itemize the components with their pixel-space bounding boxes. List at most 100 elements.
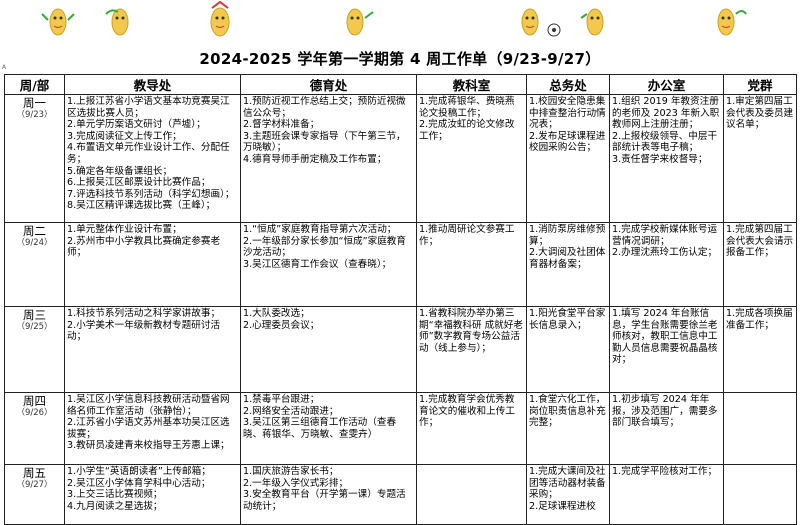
task-line: 1.完成第四届工会代表大会请示报备工作；: [726, 224, 794, 259]
cell-office: 1.填写 2024 年台账信息，学生台账需要徐兰老师核对，教职工信息中工勤人员信…: [609, 306, 724, 393]
cell-teaching: 1.吴江区小学信息科技教研活动暨省网络名师工作室活动（张静怡）； 2.江苏省小学语…: [64, 392, 241, 465]
task-line: 1.省教科院办举办第三期“幸福教科研 成就好老师”数字教育专场公益活动（线上参与…: [419, 308, 523, 354]
task-line: 2.一年级入学仪式彩排；: [243, 477, 349, 489]
cell-general: 1.食堂六化工作，岗位职责信息补充完整；: [526, 392, 610, 465]
task-line: 3.吴江区德育工作会议（查春晓）；: [243, 258, 392, 270]
cell-research: 1.省教科院办举办第三期“幸福教科研 成就好老师”数字教育专场公益活动（线上参与…: [416, 306, 527, 393]
cell-teaching: 1.科技节系列活动之科学家讲故事； 2.小学美术一年级新教材专题研讨活动；: [64, 306, 241, 393]
task-line: 1.“恒成”家庭教育指导第六次活动；: [243, 224, 397, 235]
col-header-teaching: 教导处: [64, 74, 241, 95]
day-cell: 周四 （9/26）: [4, 392, 65, 465]
table-row: 周三 （9/25） 1.科技节系列活动之科学家讲故事； 2.小学美术一年级新教材专题研…: [4, 306, 797, 393]
task-line: 2.发布足球课程进校园采购公告；: [529, 130, 606, 154]
cell-party: [723, 392, 797, 465]
task-line: 2.足球课程进校: [529, 500, 596, 512]
cell-teaching: 1.单元整体作业设计布置； 2.苏州市中小学教具比赛确定参赛老师；: [64, 222, 241, 307]
cartoon-mascot-icon: [105, 8, 129, 36]
table-header-row: 周/部 教导处 德育处 教科室 总务处 办公室 党群: [4, 74, 797, 95]
task-line: 1.预防近视工作总结上交；预防近视微信公众号；: [243, 96, 406, 119]
task-line: 1.禁毒平台跟进；: [243, 394, 320, 405]
cell-party: 1.完成各项换届准备工作；: [723, 306, 797, 393]
day-cell: 周一 （9/23）: [4, 94, 65, 223]
task-line: 1.阳光食堂平台家长信息录入；: [529, 308, 606, 331]
col-header-day: 周/部: [4, 74, 65, 95]
task-line: 2.完成汝虹的论文修改工作；: [419, 119, 515, 142]
cartoon-mascot-icon: [580, 8, 604, 36]
task-line: 2.办理沈燕玲工伤认定；: [612, 247, 718, 259]
task-line: 7.评选科技节系列活动（科学幻想画）；: [67, 188, 235, 200]
page-title: 2024-2025 学年第一学期第 4 周工作单（9/23-9/27）: [199, 50, 601, 68]
task-line: 1.国庆旅游告家长书；: [243, 466, 339, 477]
cell-research: 1.完成蒋银华、费晓燕论文投稿工作； 2.完成汝虹的论文修改工作；: [416, 94, 527, 223]
cell-moral: 1.预防近视工作总结上交；预防近视微信公众号； 2.督学材料准备； 3.主题班会课专…: [240, 94, 417, 223]
task-line: 8.吴江区精评课选拔比赛（王峰）；: [67, 200, 216, 212]
task-line: 1.食堂六化工作，岗位职责信息补充完整；: [529, 394, 606, 429]
task-line: 2.一年级部分家长参加“恒成”家庭教育沙龙活动；: [243, 235, 406, 259]
task-line: 3.上交三话比赛视频；: [67, 489, 163, 501]
task-line: 2.网络安全活动跟进；: [243, 405, 339, 417]
table-row: 周二 （9/24） 1.单元整体作业设计布置； 2.苏州市中小学教具比赛确定参赛老师；…: [4, 222, 797, 307]
task-line: 3.主题班会课专家指导（下午第三节，万晓敏）；: [243, 130, 406, 154]
task-line: 3.安全教育平台（开学第一课）专题活动统计；: [243, 489, 406, 512]
task-line: 4.布置语文单元作业设计工作、分配任务；: [67, 142, 230, 165]
task-line: 3.吴江区第三组德育工作活动（查春晓、蒋银华、万晓敏、查雯卉）: [243, 417, 397, 440]
cell-office: 1.初步填写 2024 年年报，涉及范围广，需要多部门联合填写；: [609, 392, 724, 465]
task-line: 2.单元学历案语文研讨（芦墟）；: [67, 119, 206, 131]
task-line: 2.督学材料准备；: [243, 119, 320, 131]
day-name: 周三: [23, 308, 46, 322]
cell-moral: 1.大队委改选； 2.心理委员会议；: [240, 306, 417, 393]
task-line: 6.上报吴江区邮票设计比赛作品；: [67, 177, 211, 189]
table-row: 周四 （9/26） 1.吴江区小学信息科技教研活动暨省网络名师工作室活动（张静怡）；…: [4, 392, 797, 465]
cell-moral: 1.禁毒平台跟进； 2.网络安全活动跟进； 3.吴江区第三组德育工作活动（查春晓、蒋…: [240, 392, 417, 465]
cell-party: 1.审定第四届工会代表及委员建议名单；: [723, 94, 797, 223]
task-line: 2.大调阅及社团体育器材备案；: [529, 247, 606, 270]
day-cell: 周三 （9/25）: [4, 306, 65, 393]
task-line: 1.校园安全隐患集中排查整治行动情况表；: [529, 96, 606, 131]
col-header-office: 办公室: [609, 74, 724, 95]
task-line: 1.组织 2019 年教资注册的老师及 2023 年新入职教师网上注册注册；: [612, 96, 720, 131]
day-cell: 周二 （9/24）: [4, 222, 65, 307]
task-line: 5.确定各年级备课组长；: [67, 165, 173, 177]
task-line: 4.德育导师手册定稿及工作布置；: [243, 153, 387, 165]
task-line: 1.完成教育学会优秀教育论文的催收和上传工作；: [419, 394, 515, 429]
day-date: （9/23）: [16, 109, 53, 120]
task-line: 1.完成学校新媒体账号运营情况调研；: [612, 224, 718, 247]
cell-office: 1.组织 2019 年教资注册的老师及 2023 年新入职教师网上注册注册； 2.…: [609, 94, 724, 223]
day-name: 周五: [23, 466, 46, 480]
corner-mark: A: [2, 64, 7, 71]
day-name: 周四: [23, 394, 46, 408]
task-line: 1.消防泵房维修预算；: [529, 224, 606, 247]
task-line: 3.完成阅读征文上传工作；: [67, 130, 182, 142]
task-line: 1.完成各项换届准备工作；: [726, 308, 793, 331]
task-line: 2.江苏省小学语文苏州基本功吴江区选拔赛；: [67, 417, 230, 440]
cartoon-mascot-icon: [41, 8, 75, 36]
cartoon-mascot-icon: [521, 8, 539, 36]
task-line: 2.吴江区小学体育学科中心活动；: [67, 477, 211, 489]
day-date: （9/25）: [16, 321, 53, 332]
task-line: 2.心理委员会议；: [243, 319, 320, 331]
cell-general: 1.消防泵房维修预算； 2.大调阅及社团体育器材备案；: [526, 222, 610, 307]
task-line: 2.小学美术一年级新教材专题研讨活动；: [67, 319, 221, 343]
cell-general: 1.阳光食堂平台家长信息录入；: [526, 306, 610, 393]
day-name: 周一: [23, 96, 46, 110]
cell-party: 1.完成第四届工会代表大会请示报备工作；: [723, 222, 797, 307]
day-date: （9/24）: [16, 237, 53, 248]
day-name: 周二: [23, 224, 46, 238]
col-header-general: 总务处: [526, 74, 610, 95]
weekly-work-table: 周/部 教导处 德育处 教科室 总务处 办公室 党群 周一 （9/23） 1.上报江…: [4, 74, 797, 525]
task-line: 1.科技节系列活动之科学家讲故事；: [67, 308, 221, 319]
soccer-ball-icon: [547, 23, 561, 37]
header-decoration: [41, 0, 747, 37]
cartoon-mascot-icon: [346, 8, 374, 36]
task-line: 2.苏州市中小学教具比赛确定参赛老师；: [67, 235, 221, 259]
task-line: 4.九月阅读之星选拔；: [67, 500, 163, 512]
cartoon-mascot-icon: [210, 0, 230, 37]
task-line: 1.审定第四届工会代表及委员建议名单；: [726, 96, 794, 131]
task-line: 1.上报江苏省小学语文基本功竞赛吴江区选拔比赛人员；: [67, 96, 230, 119]
task-line: 1.填写 2024 年台账信息，学生台账需要徐兰老师核对，教职工信息中工勤人员信…: [612, 308, 718, 366]
cell-research: 1.推动周研论文参赛工作；: [416, 222, 527, 307]
cell-research: 1.完成教育学会优秀教育论文的催收和上传工作；: [416, 392, 527, 465]
task-line: 3.责任督学来校督导；: [612, 153, 708, 165]
day-date: （9/27）: [16, 479, 53, 490]
task-line: 1.初步填写 2024 年年报，涉及范围广，需要多部门联合填写；: [612, 394, 718, 429]
